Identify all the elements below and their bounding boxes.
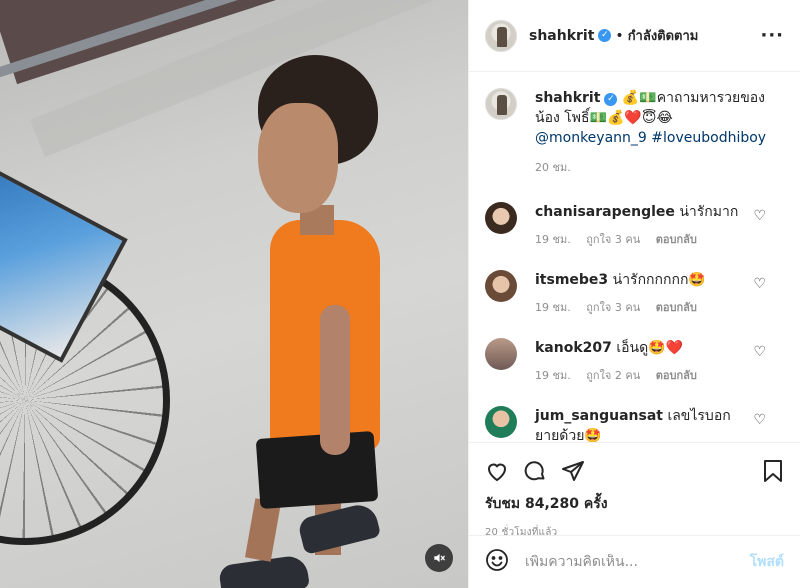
- reply-button[interactable]: ตอบกลับ: [656, 233, 697, 246]
- post-video[interactable]: [0, 0, 468, 588]
- verified-badge-icon: ✓: [604, 93, 618, 106]
- comment-likes[interactable]: ถูกใจ 2 คน: [586, 369, 640, 382]
- comment-timestamp[interactable]: 19 ชม.: [535, 301, 571, 314]
- comment-input[interactable]: [525, 554, 750, 570]
- comment-item: chanisarapenglee น่ารักมาก 19 ชม. ถูกใจ …: [485, 202, 784, 250]
- share-plane-icon[interactable]: [561, 459, 585, 483]
- comment-item: kanok207 เอ็นดู🤩❤️ 19 ชม. ถูกใจ 2 คน ตอบ…: [485, 338, 784, 386]
- post-comment-button[interactable]: โพสต์: [750, 551, 784, 573]
- post-side-panel: shahkrit ✓ • กำลังติดตาม ··· shahkrit ✓ 💰…: [468, 0, 800, 588]
- video-child: [218, 55, 400, 588]
- author-username[interactable]: shahkrit: [529, 28, 594, 44]
- caption-mention-link[interactable]: @monkeyann_9: [535, 130, 647, 146]
- separator-dot: •: [615, 27, 624, 44]
- comment-likes[interactable]: ถูกใจ 3 คน: [586, 301, 640, 314]
- verified-badge-icon: ✓: [598, 29, 612, 42]
- muted-speaker-icon[interactable]: [425, 544, 453, 572]
- comment-text: เอ็นดู🤩❤️: [616, 340, 684, 356]
- comment-item: itsmebe3 น่ารักกกกกก🤩 19 ชม. ถูกใจ 3 คน …: [485, 270, 784, 318]
- views-count[interactable]: รับชม 84,280 ครั้ง: [485, 493, 784, 515]
- comment-timestamp[interactable]: 19 ชม.: [535, 369, 571, 382]
- comment-timestamp[interactable]: 19 ชม.: [535, 233, 571, 246]
- comment-item: jum_sanguansat เลขไรบอกยายด้วย🤩 ♡: [485, 406, 784, 442]
- following-button[interactable]: กำลังติดตาม: [628, 25, 699, 46]
- post-caption: shahkrit ✓ 💰💵คาถามหารวยของน้อง โพธิ์💵💰❤️😇…: [485, 88, 784, 178]
- post-header: shahkrit ✓ • กำลังติดตาม ···: [469, 0, 800, 72]
- like-heart-icon[interactable]: [485, 459, 509, 483]
- comment-text: น่ารักกกกกก🤩: [612, 272, 706, 288]
- like-comment-heart-icon[interactable]: ♡: [753, 276, 766, 292]
- commenter-avatar[interactable]: [485, 338, 517, 370]
- caption-timestamp[interactable]: 20 ชม.: [535, 158, 775, 178]
- author-avatar[interactable]: [485, 19, 517, 52]
- comment-likes[interactable]: ถูกใจ 3 คน: [586, 233, 640, 246]
- commenter-avatar[interactable]: [485, 270, 517, 302]
- reply-button[interactable]: ตอบกลับ: [656, 301, 697, 314]
- like-comment-heart-icon[interactable]: ♡: [753, 412, 766, 428]
- caption-hashtag-link[interactable]: #loveubodhiboy: [651, 130, 766, 146]
- add-comment-bar: โพสต์: [469, 535, 800, 588]
- save-bookmark-icon[interactable]: [762, 459, 784, 483]
- like-comment-heart-icon[interactable]: ♡: [753, 208, 766, 224]
- commenter-username[interactable]: jum_sanguansat: [535, 408, 663, 424]
- comment-text: น่ารักมาก: [679, 204, 739, 220]
- commenter-avatar[interactable]: [485, 406, 517, 438]
- commenter-username[interactable]: itsmebe3: [535, 272, 608, 288]
- post-actions: รับชม 84,280 ครั้ง 20 ชั่วโมงที่แล้ว: [469, 442, 800, 540]
- more-options-icon[interactable]: ···: [760, 25, 784, 46]
- commenter-username[interactable]: kanok207: [535, 340, 612, 356]
- comments-list[interactable]: shahkrit ✓ 💰💵คาถามหารวยของน้อง โพธิ์💵💰❤️😇…: [469, 72, 800, 442]
- caption-username[interactable]: shahkrit: [535, 90, 600, 106]
- reply-button[interactable]: ตอบกลับ: [656, 369, 697, 382]
- commenter-username[interactable]: chanisarapenglee: [535, 204, 675, 220]
- emoji-icon[interactable]: [485, 548, 509, 576]
- commenter-avatar[interactable]: [485, 202, 517, 234]
- like-comment-heart-icon[interactable]: ♡: [753, 344, 766, 360]
- comment-bubble-icon[interactable]: [523, 459, 547, 483]
- caption-author-avatar[interactable]: [485, 88, 517, 120]
